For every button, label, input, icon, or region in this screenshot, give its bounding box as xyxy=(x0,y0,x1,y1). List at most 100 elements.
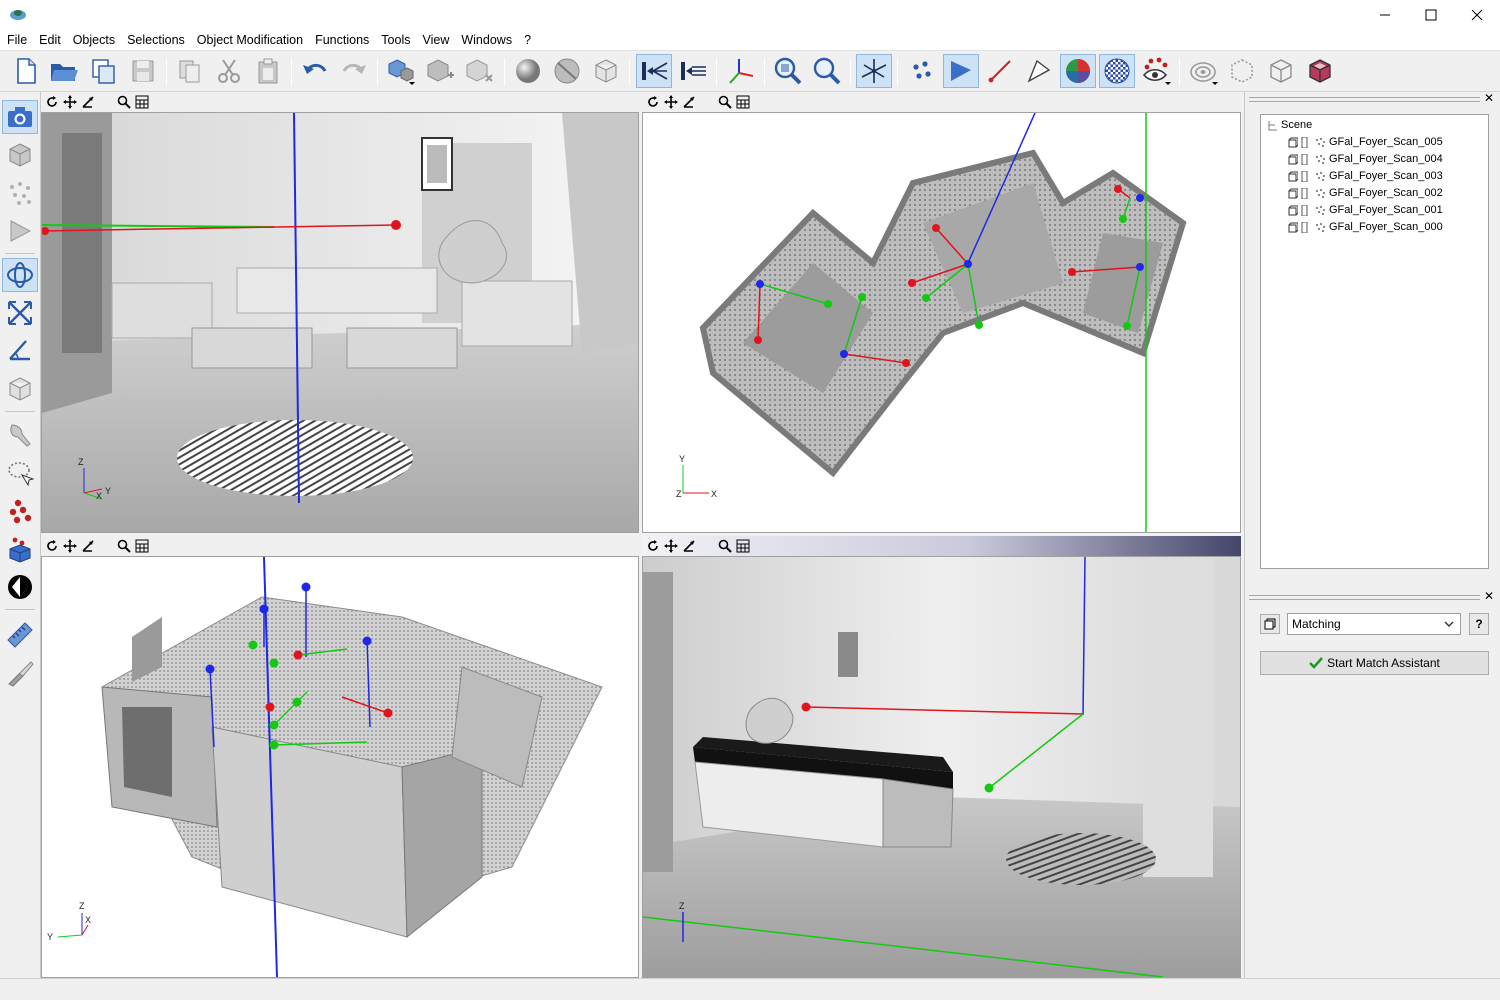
zoom-in-button[interactable] xyxy=(770,54,806,88)
menu-help[interactable]: ? xyxy=(518,30,537,51)
menu-objects[interactable]: Objects xyxy=(67,30,121,51)
menu-tools[interactable]: Tools xyxy=(375,30,416,51)
close-button[interactable] xyxy=(1454,0,1500,30)
viewport-canvas[interactable]: Z X Y xyxy=(41,112,639,533)
rotate-view-button[interactable] xyxy=(44,538,60,554)
solid-box-button[interactable] xyxy=(1302,54,1338,88)
tree-item[interactable]: GFal_Foyer_Scan_002 xyxy=(1287,185,1443,201)
help-button[interactable]: ? xyxy=(1469,613,1489,635)
line-mode-button[interactable] xyxy=(982,54,1018,88)
copy-button[interactable] xyxy=(172,54,208,88)
visibility-checkbox-icon[interactable] xyxy=(1301,204,1312,216)
zoom-view-button[interactable] xyxy=(717,538,733,554)
cut-button[interactable] xyxy=(211,54,247,88)
grid-view-button[interactable] xyxy=(134,538,150,554)
contrast-tool-button[interactable] xyxy=(2,570,38,604)
menu-view[interactable]: View xyxy=(416,30,455,51)
undo-button[interactable] xyxy=(297,54,333,88)
visibility-checkbox-icon[interactable] xyxy=(1301,153,1312,165)
visibility-checkbox-icon[interactable] xyxy=(1301,136,1312,148)
brush-tool-button[interactable] xyxy=(2,418,38,452)
menu-edit[interactable]: Edit xyxy=(33,30,67,51)
flat-mode-button[interactable] xyxy=(549,54,585,88)
scene-root[interactable]: Scene xyxy=(1267,117,1312,133)
minimize-button[interactable] xyxy=(1362,0,1408,30)
box-tool-button[interactable] xyxy=(2,138,38,172)
tree-item[interactable]: GFal_Foyer_Scan_004 xyxy=(1287,151,1443,167)
align-left-button[interactable] xyxy=(636,54,672,88)
zoom-view-button[interactable] xyxy=(116,94,132,110)
rotate-view-button[interactable] xyxy=(645,94,661,110)
add-object-button[interactable] xyxy=(384,54,420,88)
dotted-box-button[interactable] xyxy=(1224,54,1260,88)
viewport-top-right[interactable]: Y Z X xyxy=(642,92,1241,533)
pan-view-button[interactable] xyxy=(62,538,78,554)
tree-item[interactable]: GFal_Foyer_Scan_003 xyxy=(1287,168,1443,184)
matching-dock-close-button[interactable]: ✕ xyxy=(1484,589,1494,603)
lasso-tool-button[interactable] xyxy=(2,456,38,490)
axes-button[interactable] xyxy=(723,54,759,88)
snap-axis-button[interactable] xyxy=(856,54,892,88)
open-button[interactable] xyxy=(46,54,82,88)
color-mode-button[interactable] xyxy=(1060,54,1096,88)
zoom-out-button[interactable] xyxy=(809,54,845,88)
add-box-button[interactable] xyxy=(423,54,459,88)
knife-tool-button[interactable] xyxy=(2,656,38,690)
pan-view-button[interactable] xyxy=(62,94,78,110)
shaded-mode-button[interactable] xyxy=(510,54,546,88)
scene-tree[interactable]: Scene GFal_Foyer_Scan_005 GFal_Foyer_Sca… xyxy=(1260,114,1489,569)
camera-tool-button[interactable] xyxy=(2,100,38,134)
zoom-axis-button[interactable] xyxy=(681,538,697,554)
point-cloud-tool-button[interactable] xyxy=(2,176,38,210)
visibility-checkbox-icon[interactable] xyxy=(1301,170,1312,182)
menu-file[interactable]: File xyxy=(1,30,33,51)
viewport-top-left[interactable]: Z X Y xyxy=(41,92,639,533)
menu-windows[interactable]: Windows xyxy=(455,30,518,51)
viewport-canvas[interactable]: Z xyxy=(642,556,1241,978)
rotate-view-button[interactable] xyxy=(44,94,60,110)
grid-view-button[interactable] xyxy=(735,94,751,110)
visibility-checkbox-icon[interactable] xyxy=(1301,221,1312,233)
triangle-tool-button[interactable] xyxy=(2,214,38,248)
grid-view-button[interactable] xyxy=(735,538,751,554)
red-points-tool-button[interactable] xyxy=(2,494,38,528)
paste-button[interactable] xyxy=(250,54,286,88)
redo-button[interactable] xyxy=(336,54,372,88)
wireframe-mode-button[interactable] xyxy=(588,54,624,88)
scene-dock-close-button[interactable]: ✕ xyxy=(1484,91,1494,105)
viewport-canvas[interactable]: Z X Y xyxy=(41,556,639,978)
zoom-axis-button[interactable] xyxy=(80,538,96,554)
undock-button[interactable] xyxy=(1260,614,1280,634)
viewport-bottom-left[interactable]: Z X Y xyxy=(41,536,639,978)
ruler-tool-button[interactable] xyxy=(2,618,38,652)
pan-view-button[interactable] xyxy=(663,94,679,110)
rotate-view-button[interactable] xyxy=(645,538,661,554)
zoom-axis-button[interactable] xyxy=(681,94,697,110)
zoom-axis-button[interactable] xyxy=(80,94,96,110)
maximize-button[interactable] xyxy=(1408,0,1454,30)
menu-object-modification[interactable]: Object Modification xyxy=(191,30,309,51)
new-file-button[interactable] xyxy=(8,54,44,88)
grid-view-button[interactable] xyxy=(134,94,150,110)
cube-tool-button[interactable] xyxy=(2,372,38,406)
bounding-box-button[interactable] xyxy=(1263,54,1299,88)
scan-points-tool-button[interactable] xyxy=(2,532,38,566)
viewport-canvas[interactable]: Y Z X xyxy=(642,112,1241,533)
matching-mode-select[interactable]: Matching xyxy=(1287,613,1461,635)
pan-view-button[interactable] xyxy=(663,538,679,554)
triangle-outline-button[interactable] xyxy=(1021,54,1057,88)
rotate-tool-button[interactable] xyxy=(2,258,38,292)
eye-points-button[interactable] xyxy=(1138,54,1174,88)
delete-object-button[interactable] xyxy=(462,54,498,88)
visibility-checkbox-icon[interactable] xyxy=(1301,187,1312,199)
tree-item[interactable]: GFal_Foyer_Scan_001 xyxy=(1287,202,1443,218)
tree-item[interactable]: GFal_Foyer_Scan_000 xyxy=(1287,219,1443,235)
tree-item[interactable]: GFal_Foyer_Scan_005 xyxy=(1287,134,1443,150)
menu-functions[interactable]: Functions xyxy=(309,30,375,51)
angle-tool-button[interactable] xyxy=(2,334,38,368)
points-mode-button[interactable] xyxy=(904,54,940,88)
scale-tool-button[interactable] xyxy=(2,296,38,330)
target-button[interactable] xyxy=(1185,54,1221,88)
copy-window-button[interactable] xyxy=(86,54,122,88)
viewport-bottom-right[interactable]: Z xyxy=(642,536,1241,978)
